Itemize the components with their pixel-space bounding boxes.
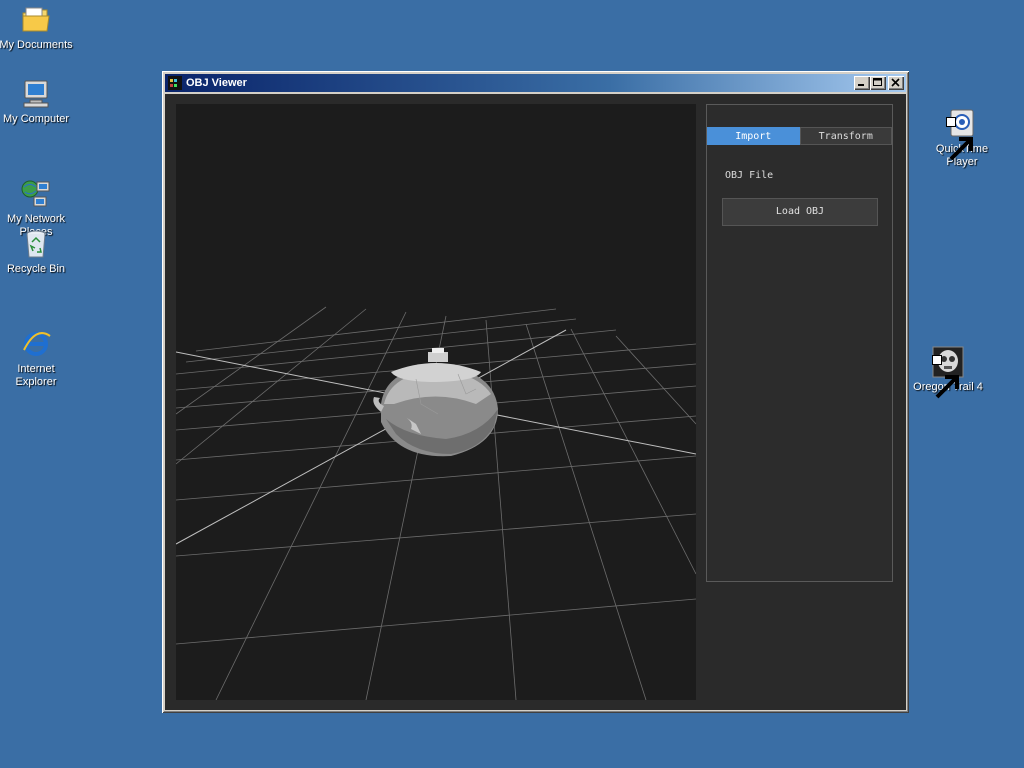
maximize-button[interactable]	[870, 76, 886, 90]
window-client-area: Import Transform OBJ File Load OBJ	[165, 94, 906, 710]
3d-viewport[interactable]	[176, 104, 696, 700]
viewport-scene	[176, 306, 696, 700]
desktop-icon-label: My Computer	[2, 113, 70, 125]
internet-explorer-icon	[20, 315, 52, 356]
side-panel: Import Transform OBJ File Load OBJ	[706, 104, 893, 582]
minimize-button[interactable]	[854, 76, 870, 90]
desktop-icon-oregon-trail-4[interactable]: Oregon Trail 4	[910, 320, 986, 399]
window-title: OBJ Viewer	[186, 77, 247, 89]
desktop-icon-recycle-bin[interactable]: Recycle Bin	[0, 228, 74, 276]
maximize-icon	[873, 78, 882, 86]
shortcut-arrow-icon	[946, 117, 973, 161]
teapot-model	[373, 348, 498, 457]
desktop-icon-internet-explorer[interactable]: Internet Explorer	[0, 302, 74, 389]
desktop-icon-my-documents[interactable]: My Documents	[0, 4, 74, 52]
desktop-icon-label: Recycle Bin	[6, 263, 66, 275]
recycle-bin-icon	[20, 228, 52, 260]
app-icon	[168, 76, 182, 90]
quicktime-icon	[946, 95, 978, 161]
computer-icon	[20, 78, 52, 110]
desktop-icon-my-computer[interactable]: My Computer	[0, 78, 74, 126]
desktop-icon-my-network-places[interactable]: My Network Places	[0, 152, 74, 239]
tab-transform[interactable]: Transform	[799, 127, 892, 145]
panel-tabs: Import Transform	[707, 127, 892, 145]
oregon-trail-icon	[932, 333, 964, 399]
desktop-icon-label: My Documents	[0, 39, 73, 51]
desktop-icon-quicktime-player[interactable]: QuickTime Player	[924, 82, 1000, 169]
load-obj-button[interactable]: Load OBJ	[722, 198, 878, 226]
obj-file-label: OBJ File	[725, 170, 774, 181]
minimize-icon	[858, 84, 864, 86]
shortcut-arrow-icon	[932, 355, 959, 399]
network-icon	[20, 165, 52, 207]
tab-import[interactable]: Import	[707, 127, 800, 145]
close-button[interactable]	[888, 76, 904, 90]
window-titlebar[interactable]: OBJ Viewer	[165, 74, 906, 92]
window-controls	[854, 76, 904, 90]
obj-viewer-window: OBJ Viewer Import Transform OBJ File Loa…	[162, 71, 909, 713]
close-icon	[891, 78, 900, 87]
folder-icon	[20, 4, 52, 36]
